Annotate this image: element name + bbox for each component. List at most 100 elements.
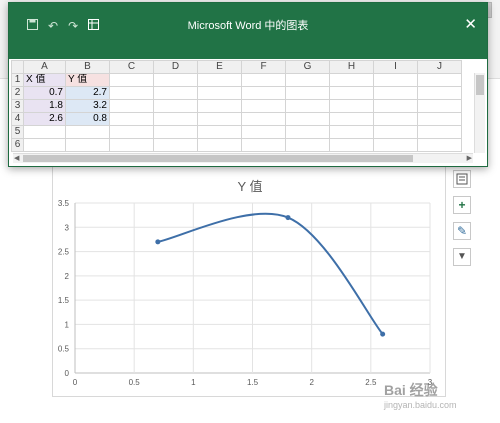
cell[interactable]: [373, 125, 418, 139]
table-row: 2 0.7 2.7: [11, 86, 462, 100]
cell-a3[interactable]: 1.8: [23, 99, 66, 113]
cell[interactable]: [109, 138, 154, 152]
cell[interactable]: [153, 86, 198, 100]
cell[interactable]: [241, 99, 286, 113]
row-header[interactable]: 3: [11, 99, 24, 113]
scroll-left-icon[interactable]: ◀: [14, 154, 19, 162]
cell[interactable]: [109, 73, 154, 87]
row-header[interactable]: 4: [11, 112, 24, 126]
cell[interactable]: [241, 86, 286, 100]
cell-b1[interactable]: Y 值: [65, 73, 110, 87]
cell[interactable]: [23, 138, 66, 152]
plus-icon: +: [458, 198, 466, 212]
cell[interactable]: [417, 86, 462, 100]
y-tick-label: 0.5: [58, 345, 70, 354]
y-tick-label: 1.5: [58, 296, 70, 305]
column-header[interactable]: A: [23, 60, 66, 74]
cell[interactable]: [373, 99, 418, 113]
cell[interactable]: [417, 73, 462, 87]
cell[interactable]: [373, 86, 418, 100]
cell-a4[interactable]: 2.6: [23, 112, 66, 126]
y-tick-label: 2.5: [58, 248, 70, 257]
cell[interactable]: [373, 112, 418, 126]
cell[interactable]: [241, 112, 286, 126]
cell[interactable]: [197, 86, 242, 100]
cell[interactable]: [329, 138, 374, 152]
cell[interactable]: [373, 73, 418, 87]
cell-b2[interactable]: 2.7: [65, 86, 110, 100]
column-header[interactable]: E: [197, 60, 242, 74]
spreadsheet-grid[interactable]: A B C D E F G H I J 1 X 值 Y 值 2 0.7 2.7 …: [11, 60, 462, 152]
cell[interactable]: [417, 125, 462, 139]
cell[interactable]: [329, 73, 374, 87]
cell-a2[interactable]: 0.7: [23, 86, 66, 100]
cell[interactable]: [153, 138, 198, 152]
column-header[interactable]: B: [65, 60, 110, 74]
column-header[interactable]: I: [373, 60, 418, 74]
cell[interactable]: [197, 125, 242, 139]
close-icon[interactable]: ✕: [464, 15, 477, 33]
row-header[interactable]: 2: [11, 86, 24, 100]
excel-data-window[interactable]: ↶ ↷ Microsoft Word 中的图表 ✕ A B C D E F G …: [8, 2, 488, 167]
cell[interactable]: [65, 138, 110, 152]
chart-filters-button[interactable]: ▼: [453, 248, 471, 266]
table-row: 5: [11, 125, 462, 139]
cell[interactable]: [285, 86, 330, 100]
column-header[interactable]: F: [241, 60, 286, 74]
row-header[interactable]: 6: [11, 138, 24, 152]
cell[interactable]: [153, 112, 198, 126]
cell[interactable]: [109, 112, 154, 126]
horizontal-scrollbar[interactable]: ◀ ▶: [13, 153, 473, 163]
column-header[interactable]: D: [153, 60, 198, 74]
row-header[interactable]: 5: [11, 125, 24, 139]
cell[interactable]: [417, 138, 462, 152]
cell[interactable]: [153, 99, 198, 113]
title-bar[interactable]: ↶ ↷ Microsoft Word 中的图表 ✕: [9, 3, 487, 59]
cell[interactable]: [197, 99, 242, 113]
data-point: [380, 331, 386, 337]
chart-styles-button[interactable]: ✎: [453, 222, 471, 240]
chart-elements-button[interactable]: +: [453, 196, 471, 214]
cell[interactable]: [23, 125, 66, 139]
cell[interactable]: [329, 99, 374, 113]
cell[interactable]: [329, 125, 374, 139]
column-header[interactable]: C: [109, 60, 154, 74]
cell[interactable]: [241, 125, 286, 139]
vertical-scroll-thumb[interactable]: [476, 75, 484, 95]
cell[interactable]: [329, 86, 374, 100]
cell[interactable]: [329, 112, 374, 126]
cell-b3[interactable]: 3.2: [65, 99, 110, 113]
x-tick-label: 2: [309, 378, 314, 387]
cell[interactable]: [197, 73, 242, 87]
cell[interactable]: [197, 138, 242, 152]
cell[interactable]: [285, 99, 330, 113]
cell[interactable]: [373, 138, 418, 152]
select-all-corner[interactable]: [11, 60, 24, 74]
cell[interactable]: [153, 125, 198, 139]
cell[interactable]: [417, 99, 462, 113]
cell[interactable]: [285, 73, 330, 87]
cell[interactable]: [65, 125, 110, 139]
cell[interactable]: [241, 73, 286, 87]
cell[interactable]: [109, 125, 154, 139]
cell[interactable]: [285, 125, 330, 139]
horizontal-scroll-thumb[interactable]: [23, 155, 413, 162]
cell[interactable]: [153, 73, 198, 87]
scroll-right-icon[interactable]: ▶: [467, 154, 472, 162]
chart-layout-button[interactable]: [453, 170, 471, 188]
cell[interactable]: [109, 99, 154, 113]
column-header[interactable]: J: [417, 60, 462, 74]
cell[interactable]: [417, 112, 462, 126]
cell[interactable]: [109, 86, 154, 100]
column-header[interactable]: G: [285, 60, 330, 74]
watermark-logo: Bai 经验: [384, 382, 438, 398]
cell[interactable]: [241, 138, 286, 152]
column-header[interactable]: H: [329, 60, 374, 74]
cell[interactable]: [285, 138, 330, 152]
vertical-scrollbar[interactable]: [474, 73, 485, 153]
cell[interactable]: [285, 112, 330, 126]
cell[interactable]: [197, 112, 242, 126]
row-header[interactable]: 1: [11, 73, 24, 87]
cell-b4[interactable]: 0.8: [65, 112, 110, 126]
cell-a1[interactable]: X 值: [23, 73, 66, 87]
